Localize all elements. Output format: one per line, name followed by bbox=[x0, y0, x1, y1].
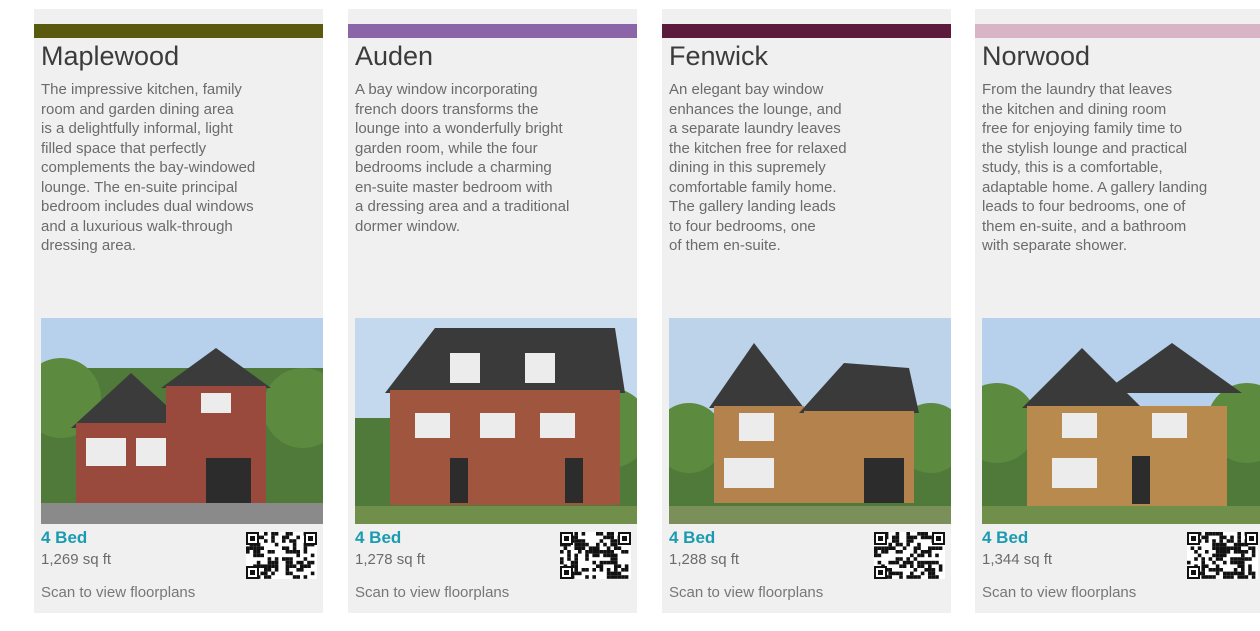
house-card-maplewood: Maplewood The impressive kitchen, family… bbox=[34, 0, 323, 613]
floor-area: 1,288 sq ft bbox=[669, 551, 740, 568]
bedroom-count: 4 Bed bbox=[669, 528, 716, 547]
house-title: Auden bbox=[355, 41, 434, 71]
qr-code-icon[interactable] bbox=[874, 532, 945, 579]
house-description: The impressive kitchen, family room and … bbox=[41, 81, 256, 254]
house-title: Maplewood bbox=[41, 41, 180, 71]
floor-area: 1,269 sq ft bbox=[41, 551, 112, 568]
scan-instruction: Scan to view floorplans bbox=[982, 584, 1137, 601]
qr-code-icon[interactable] bbox=[1187, 532, 1258, 579]
house-card-norwood: Norwood From the laundry that leaves the… bbox=[975, 0, 1260, 613]
scan-instruction: Scan to view floorplans bbox=[669, 584, 824, 601]
house-title: Norwood bbox=[982, 41, 1091, 71]
bedroom-count: 4 Bed bbox=[41, 528, 88, 547]
house-description: From the laundry that leaves the kitchen… bbox=[982, 81, 1208, 254]
qr-code-icon[interactable] bbox=[246, 532, 317, 579]
house-photo bbox=[355, 318, 637, 524]
house-card-fenwick: Fenwick An elegant bay window enhances t… bbox=[662, 0, 951, 613]
floor-area: 1,278 sq ft bbox=[355, 551, 426, 568]
accent-stripe bbox=[662, 24, 951, 38]
house-photo bbox=[669, 318, 951, 524]
house-description: An elegant bay window enhances the loung… bbox=[669, 81, 847, 254]
house-photo bbox=[41, 318, 323, 524]
house-title: Fenwick bbox=[669, 41, 769, 71]
bedroom-count: 4 Bed bbox=[355, 528, 402, 547]
house-photo bbox=[982, 318, 1260, 524]
accent-stripe bbox=[34, 24, 323, 38]
qr-code-icon[interactable] bbox=[560, 532, 631, 579]
house-card-auden: Auden A bay window incorporating french … bbox=[348, 0, 637, 613]
scan-instruction: Scan to view floorplans bbox=[41, 584, 196, 601]
accent-stripe bbox=[348, 24, 637, 38]
floor-area: 1,344 sq ft bbox=[982, 551, 1053, 568]
house-description: A bay window incorporating french doors … bbox=[355, 81, 570, 235]
scan-instruction: Scan to view floorplans bbox=[355, 584, 510, 601]
bedroom-count: 4 Bed bbox=[982, 528, 1029, 547]
accent-stripe bbox=[975, 24, 1260, 38]
